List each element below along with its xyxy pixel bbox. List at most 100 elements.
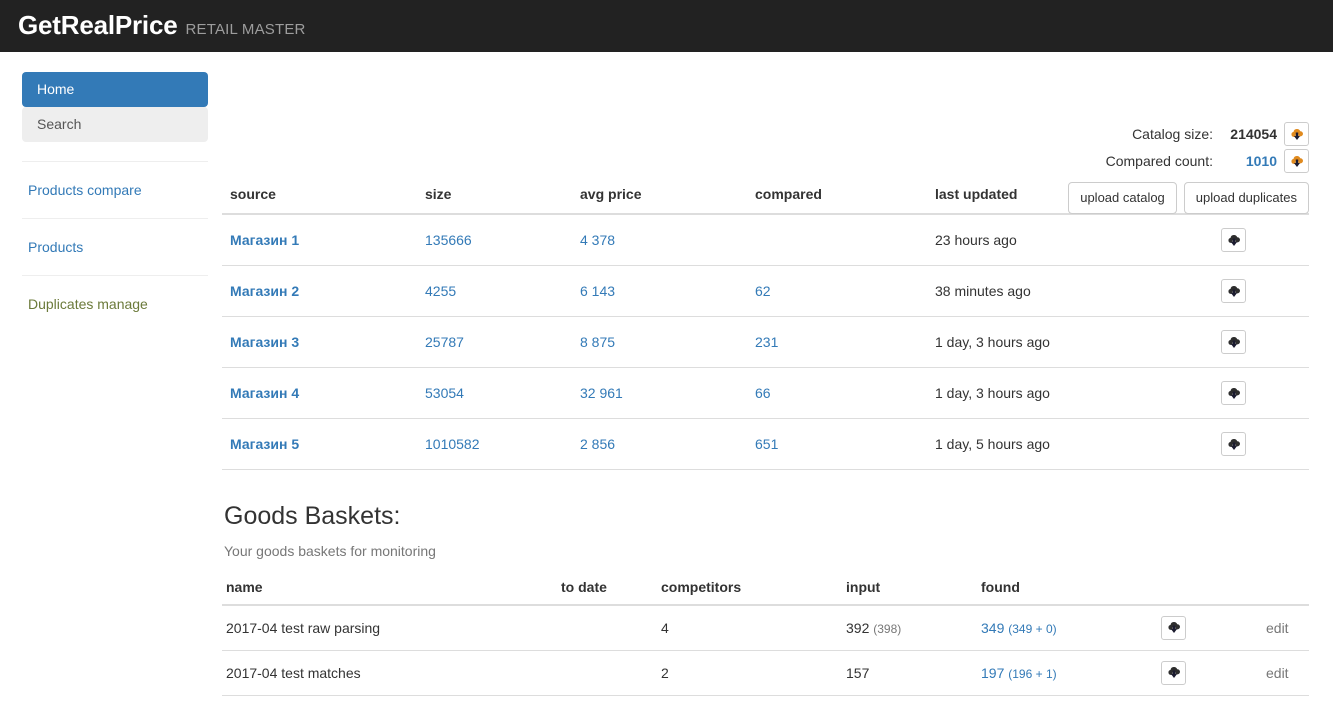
cell-action [1213,214,1309,266]
compared-link[interactable]: 231 [755,334,778,350]
column-header-input: input [842,572,977,606]
download-basket-button[interactable] [1161,615,1186,640]
source-link[interactable]: Магазин 1 [230,232,299,248]
table-row: Магазин 2 4255 6 143 62 38 minutes ago [222,265,1309,317]
size-link[interactable]: 135666 [425,232,472,248]
cell-action [1213,265,1309,317]
page-title: Goods Baskets: [224,502,401,530]
cell-compared: 231 [747,316,927,368]
catalog-size-row: Catalog size: 214054 [1071,122,1309,146]
cell-basket-found: 349 (349 + 0) [977,604,1157,651]
cell-last-updated: 23 hours ago [927,214,1213,266]
source-link[interactable]: Магазин 2 [230,283,299,299]
edit-basket-link[interactable]: edit [1266,665,1289,681]
cell-basket-competitors: 4 [657,604,842,651]
column-header-competitors: competitors [657,572,842,606]
cloud-download-icon [1290,155,1303,167]
column-header-size: size [417,178,572,215]
basket-found-main[interactable]: 349 [981,620,1004,636]
avg-price-link[interactable]: 8 875 [580,334,615,350]
table-row: Магазин 1 135666 4 378 23 hours ago [222,214,1309,266]
cell-basket-input: 392 (398) [842,604,977,651]
sidebar-divider-3 [22,275,208,276]
download-source-button[interactable] [1221,228,1246,252]
download-source-button[interactable] [1221,279,1246,303]
column-header-name: name [222,572,557,606]
basket-input-main: 392 [846,619,870,636]
avg-price-link[interactable]: 32 961 [580,385,623,401]
cell-size: 135666 [417,214,572,266]
compared-count-label: Compared count: [1105,153,1213,169]
download-source-button[interactable] [1221,381,1246,405]
cloud-download-icon-compared[interactable] [1284,149,1309,173]
cell-basket-name: 2017-04 test raw parsing [222,604,557,651]
avg-price-link[interactable]: 6 143 [580,283,615,299]
cell-avg-price: 8 875 [572,316,747,368]
upload-buttons-row: upload catalog upload duplicates [1068,182,1309,214]
cell-source: Магазин 5 [222,418,417,470]
edit-basket-link[interactable]: edit [1266,620,1289,636]
column-header-compared: compared [747,178,927,215]
download-source-button[interactable] [1221,330,1246,354]
cell-last-updated: 1 day, 5 hours ago [927,418,1213,470]
baskets-table-head: name to date competitors input found [222,572,1309,606]
baskets-table: name to date competitors input found 201… [222,572,1309,696]
top-navbar: GetRealPrice RETAIL MASTER [0,0,1333,52]
upload-catalog-button[interactable]: upload catalog [1068,182,1177,214]
size-link[interactable]: 4255 [425,283,456,299]
baskets-header-row: name to date competitors input found [222,572,1309,606]
sidebar-item-duplicates-manage[interactable]: Duplicates manage [22,295,208,313]
cell-source: Магазин 4 [222,367,417,419]
compared-link[interactable]: 651 [755,436,778,452]
baskets-table-body: 2017-04 test raw parsing 4 392 (398) 349… [222,604,1309,696]
compared-link[interactable]: 62 [755,283,771,299]
cell-source: Магазин 2 [222,265,417,317]
avg-price-link[interactable]: 4 378 [580,232,615,248]
upload-duplicates-button[interactable]: upload duplicates [1183,182,1309,214]
cell-basket-name: 2017-04 test matches [222,650,557,696]
sources-table-body: Магазин 1 135666 4 378 23 hours ago Мага… [222,214,1309,470]
column-header-source: source [222,178,417,215]
basket-found-sub: (349 + 0) [1008,621,1057,636]
size-link[interactable]: 53054 [425,385,464,401]
catalog-size-label: Catalog size: [1132,126,1213,142]
cloud-download-icon [1227,285,1240,297]
column-header-edit [1262,572,1309,606]
source-link[interactable]: Магазин 4 [230,385,299,401]
cell-basket-action [1157,604,1262,651]
sidebar-item-products[interactable]: Products [22,238,208,256]
sidebar-item-search[interactable]: Search [22,107,208,142]
cell-basket-action [1157,650,1262,696]
brand-title[interactable]: GetRealPrice [18,0,178,38]
cell-avg-price: 32 961 [572,367,747,419]
cloud-download-icon [1167,621,1180,633]
size-link[interactable]: 1010582 [425,436,480,452]
compared-count-value[interactable]: 1010 [1223,153,1277,169]
compared-link[interactable]: 66 [755,385,771,401]
cell-avg-price: 2 856 [572,418,747,470]
download-source-button[interactable] [1221,432,1246,456]
sidebar-nav-item-search: Search [22,107,208,142]
sidebar-divider-1 [22,161,208,162]
list-item: 2017-04 test raw parsing 4 392 (398) 349… [222,604,1309,651]
sidebar-item-home[interactable]: Home [22,72,208,107]
cloud-download-icon-catalog[interactable] [1284,122,1309,146]
cloud-download-icon [1290,128,1303,140]
basket-found-sub: (196 + 1) [1008,666,1057,681]
cell-size: 53054 [417,367,572,419]
cell-avg-price: 4 378 [572,214,747,266]
source-link[interactable]: Магазин 5 [230,436,299,452]
size-link[interactable]: 25787 [425,334,464,350]
cell-source: Магазин 3 [222,316,417,368]
cloud-download-icon [1167,666,1180,678]
cell-source: Магазин 1 [222,214,417,266]
avg-price-link[interactable]: 2 856 [580,436,615,452]
sidebar-item-products-compare[interactable]: Products compare [22,181,208,199]
sidebar-nav-item-home: Home [22,72,208,107]
source-link[interactable]: Магазин 3 [230,334,299,350]
cell-basket-competitors: 2 [657,650,842,696]
column-header-basket-actions [1157,572,1262,606]
basket-found-main[interactable]: 197 [981,665,1004,681]
cloud-download-icon [1227,387,1240,399]
download-basket-button[interactable] [1161,660,1186,685]
